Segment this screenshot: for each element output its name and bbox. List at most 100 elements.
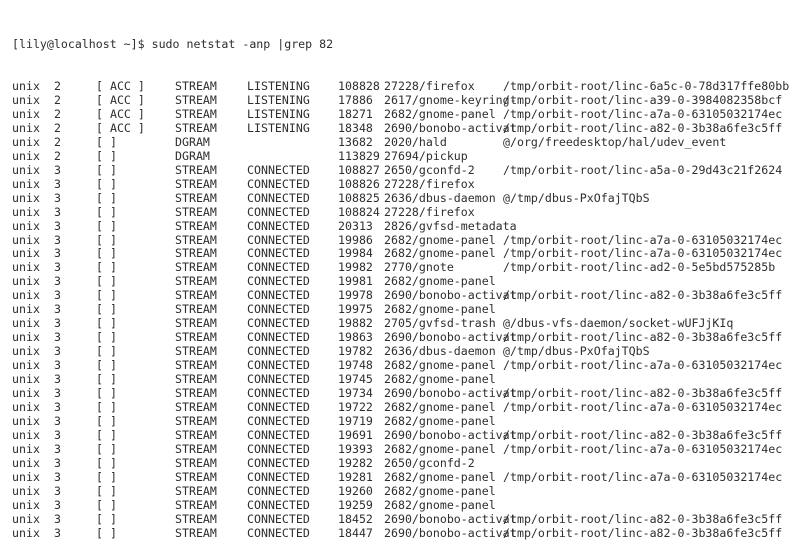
proto-cell: unix — [12, 414, 40, 429]
refcnt-cell: 3 — [54, 218, 61, 233]
path-cell: @/tmp/dbus-PxOfajTQbS — [503, 344, 650, 359]
flags-cell: [ ] — [96, 218, 117, 233]
pid-program-cell: 2682/gnome-panel — [384, 274, 496, 289]
inode-cell: 17886 — [338, 92, 373, 107]
path-cell: /tmp/orbit-root/linc-a82-0-3b38a6fe3c5ff — [503, 288, 783, 303]
type-cell: STREAM — [175, 78, 217, 93]
refcnt-cell: 3 — [54, 358, 61, 373]
refcnt-cell: 3 — [54, 483, 61, 498]
state-cell: CONNECTED — [247, 372, 310, 387]
refcnt-cell: 3 — [54, 511, 61, 526]
pid-program-cell: 2682/gnome-panel — [384, 372, 496, 387]
socket-row: unix 3 [ ] STREAM CONNECTED 19281 2682/gnome-p… — [12, 469, 782, 485]
inode-cell: 19393 — [338, 442, 373, 457]
state-cell: CONNECTED — [247, 497, 310, 512]
proto-cell: unix — [12, 288, 40, 303]
flags-cell: [ ] — [96, 246, 117, 261]
path-cell: /tmp/orbit-root/linc-a7a-0-63105032174ec — [503, 106, 783, 121]
refcnt-cell: 3 — [54, 386, 61, 401]
inode-cell: 18348 — [338, 120, 373, 135]
state-cell: CONNECTED — [247, 525, 310, 540]
refcnt-cell: 3 — [54, 288, 61, 303]
path-cell: /tmp/orbit-root/linc-a5a-0-29d43c21f2624 — [503, 162, 783, 177]
flags-cell: [ ] — [96, 204, 117, 219]
state-cell: CONNECTED — [247, 204, 310, 219]
state-cell: CONNECTED — [247, 414, 310, 429]
proto-cell: unix — [12, 92, 40, 107]
refcnt-cell: 3 — [54, 469, 61, 484]
state-cell: CONNECTED — [247, 442, 310, 457]
inode-cell: 19863 — [338, 330, 373, 345]
inode-cell: 19722 — [338, 400, 373, 415]
pid-program-cell: 2690/bonobo-activat — [384, 428, 517, 443]
type-cell: STREAM — [175, 316, 217, 331]
inode-cell: 19734 — [338, 386, 373, 401]
flags-cell: [ ] — [96, 456, 117, 470]
flags-cell: [ ] — [96, 525, 117, 540]
socket-row: unix 3 [ ] STREAM CONNECTED 19691 2690/bonobo-… — [12, 428, 782, 443]
proto-cell: unix — [12, 148, 40, 163]
socket-row: unix 3 [ ] STREAM CONNECTED 19282 2650/gconfd-… — [12, 456, 475, 471]
state-cell: CONNECTED — [247, 190, 310, 205]
proto-cell: unix — [12, 525, 40, 540]
path-cell: /tmp/orbit-root/linc-a82-0-3b38a6fe3c5ff — [503, 330, 783, 345]
path-cell: /tmp/orbit-root/linc-a82-0-3b38a6fe3c5ff — [503, 120, 783, 135]
socket-row: unix 2 [ ] DGRAM 113829 27694/pickup — [12, 148, 468, 164]
type-cell: STREAM — [175, 92, 217, 107]
pid-program-cell: 2682/gnome-panel — [384, 442, 496, 457]
path-cell: @/org/freedesktop/hal/udev_event — [503, 134, 727, 149]
state-cell: CONNECTED — [247, 288, 310, 303]
refcnt-cell: 3 — [54, 330, 61, 345]
refcnt-cell: 2 — [54, 106, 61, 121]
refcnt-cell: 3 — [54, 456, 61, 470]
proto-cell: unix — [12, 78, 40, 93]
state-cell: CONNECTED — [247, 400, 310, 415]
path-cell: /tmp/orbit-root/linc-6a5c-0-78d317ffe80b… — [503, 78, 790, 93]
socket-row: unix 3 [ ] STREAM CONNECTED 18452 2690/bonobo-… — [12, 511, 782, 527]
state-cell: CONNECTED — [247, 456, 310, 470]
socket-row: unix 3 [ ] STREAM CONNECTED 19981 2682/gnome-p… — [12, 274, 496, 289]
socket-row: unix 3 [ ] STREAM CONNECTED 19260 2682/gnome-p… — [12, 483, 496, 499]
type-cell: STREAM — [175, 232, 217, 247]
type-cell: STREAM — [175, 372, 217, 387]
proto-cell: unix — [12, 497, 40, 512]
proto-cell: unix — [12, 204, 40, 219]
refcnt-cell: 2 — [54, 148, 61, 163]
state-cell: LISTENING — [247, 106, 310, 121]
socket-row: unix 3 [ ] STREAM CONNECTED 19393 2682/gnome-p… — [12, 442, 782, 457]
terminal-output[interactable]: [lily@localhost ~]$ sudo netstat -anp |g… — [12, 10, 789, 555]
proto-cell: unix — [12, 511, 40, 526]
inode-cell: 19984 — [338, 246, 373, 261]
type-cell: STREAM — [175, 190, 217, 205]
socket-row: unix 3 [ ] STREAM CONNECTED 19748 2682/gnome-p… — [12, 358, 782, 373]
type-cell: STREAM — [175, 330, 217, 345]
inode-cell: 108825 — [338, 190, 380, 205]
inode-cell: 18452 — [338, 511, 373, 526]
socket-row: unix 3 [ ] STREAM CONNECTED 19722 2682/gnome-p… — [12, 400, 782, 415]
type-cell: STREAM — [175, 483, 217, 498]
socket-row: unix 2 [ ] DGRAM 13682 2020/hald @/org/freedes… — [12, 134, 726, 150]
pid-program-cell: 2682/gnome-panel — [384, 302, 496, 317]
type-cell: STREAM — [175, 288, 217, 303]
proto-cell: unix — [12, 176, 40, 191]
refcnt-cell: 3 — [54, 428, 61, 443]
refcnt-cell: 3 — [54, 372, 61, 387]
state-cell: CONNECTED — [247, 162, 310, 177]
type-cell: STREAM — [175, 218, 217, 233]
pid-program-cell: 27228/firefox — [384, 78, 475, 93]
socket-row: unix 2 [ ACC ] STREAM LISTENING 17886 2617/gno… — [12, 92, 782, 108]
proto-cell: unix — [12, 344, 40, 359]
state-cell: CONNECTED — [247, 302, 310, 317]
refcnt-cell: 3 — [54, 162, 61, 177]
flags-cell: [ ] — [96, 428, 117, 443]
refcnt-cell: 3 — [54, 344, 61, 359]
refcnt-cell: 3 — [54, 525, 61, 540]
pid-program-cell: 2636/dbus-daemon — [384, 190, 496, 205]
proto-cell: unix — [12, 134, 40, 149]
flags-cell: [ ] — [96, 302, 117, 317]
pid-program-cell: 2690/bonobo-activat — [384, 288, 517, 303]
state-cell: LISTENING — [247, 120, 310, 135]
state-cell: LISTENING — [247, 78, 310, 93]
flags-cell: [ ACC ] — [96, 120, 145, 135]
inode-cell: 19978 — [338, 288, 373, 303]
